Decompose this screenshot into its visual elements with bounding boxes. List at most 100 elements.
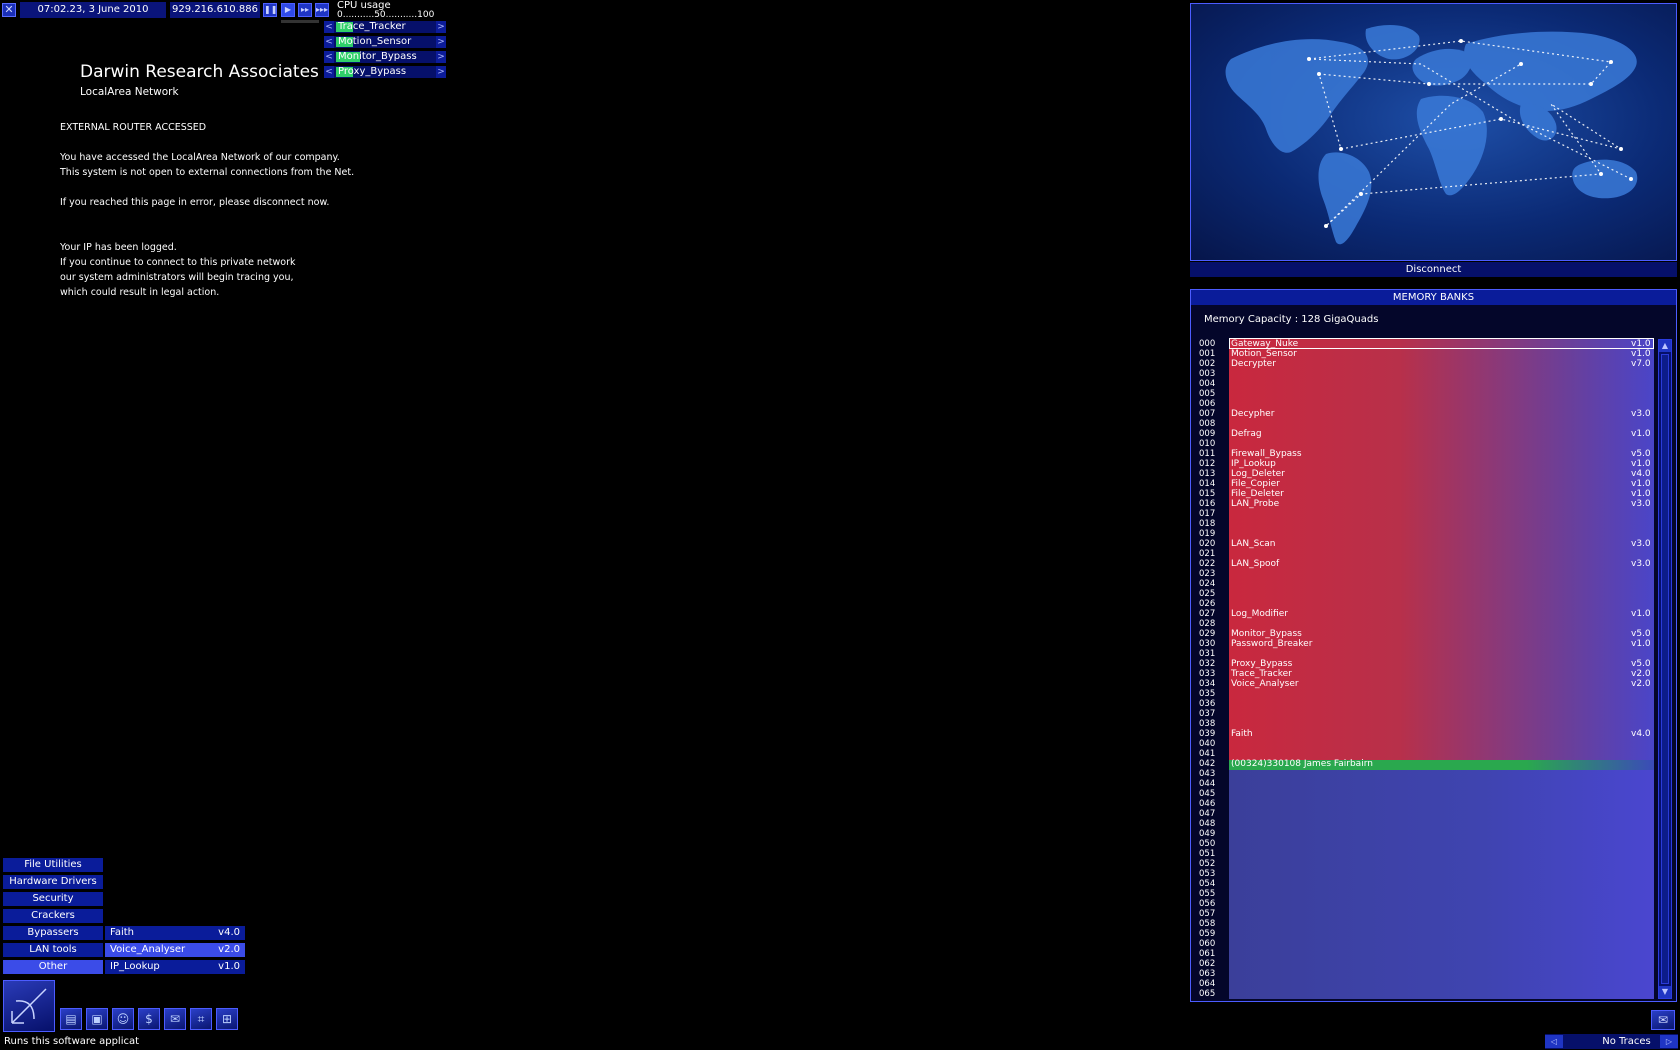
software-item-voice-analyser[interactable]: Voice_Analyser v2.0: [105, 943, 245, 957]
cpu-row-1: < Motion_Sensor >: [324, 36, 446, 48]
memory-file-name[interactable]: Voice_Analyser: [1231, 679, 1299, 689]
memory-file-version: v3.0: [1631, 409, 1651, 419]
memory-slot-number: 065: [1199, 989, 1216, 999]
memory-file-name[interactable]: File_Copier: [1231, 479, 1280, 489]
memory-file-version: v4.0: [1631, 729, 1651, 739]
memory-slot-number: 031: [1199, 649, 1216, 659]
cpu-increase-icon[interactable]: >: [436, 51, 446, 63]
memory-file-name[interactable]: Firewall_Bypass: [1231, 449, 1302, 459]
cpu-task-label: Trace_Tracker: [338, 21, 406, 32]
memory-file-name[interactable]: (00324)330108 James Fairbairn: [1231, 759, 1373, 769]
memory-file-name[interactable]: Decrypter: [1231, 359, 1276, 369]
memory-file-name[interactable]: Log_Modifier: [1231, 609, 1288, 619]
software-name: Faith: [110, 927, 134, 938]
memory-slot-number: 038: [1199, 719, 1216, 729]
memory-file-name[interactable]: Proxy_Bypass: [1231, 659, 1292, 669]
memory-slot-number: 027: [1199, 609, 1216, 619]
pause-icon[interactable]: ❚❚: [263, 3, 277, 17]
memory-slot-number: 009: [1199, 429, 1216, 439]
menu-security[interactable]: Security: [3, 892, 103, 906]
memory-file-name[interactable]: IP_Lookup: [1231, 459, 1276, 469]
memory-slot-number: 032: [1199, 659, 1216, 669]
gateway-icon[interactable]: ⊞: [216, 1008, 238, 1030]
memory-file-name[interactable]: LAN_Spoof: [1231, 559, 1279, 569]
memory-file-name[interactable]: Defrag: [1231, 429, 1262, 439]
scroll-thumb[interactable]: [1661, 354, 1669, 984]
memory-file-name[interactable]: LAN_Probe: [1231, 499, 1279, 509]
body-line: This system is not open to external conn…: [60, 167, 355, 178]
cpu-increase-icon[interactable]: >: [436, 36, 446, 48]
memory-scrollbar[interactable]: ▲ ▼: [1658, 339, 1672, 999]
memory-file-name[interactable]: Motion_Sensor: [1231, 349, 1297, 359]
cpu-increase-icon[interactable]: >: [436, 21, 446, 33]
menu-other[interactable]: Other: [3, 960, 103, 974]
memory-free-area[interactable]: [1229, 767, 1654, 999]
scroll-up-icon[interactable]: ▲: [1659, 340, 1671, 352]
play-icon[interactable]: ▶: [281, 3, 295, 17]
cpu-decrease-icon[interactable]: <: [324, 36, 334, 48]
body-line: which could result in legal action.: [60, 287, 220, 298]
memory-file-name[interactable]: Log_Deleter: [1231, 469, 1285, 479]
trace-arrow-icon[interactable]: ▷: [1660, 1035, 1678, 1048]
memory-file-name[interactable]: Password_Breaker: [1231, 639, 1312, 649]
memory-slot-number: 063: [1199, 969, 1216, 979]
memory-file-version: v1.0: [1631, 489, 1651, 499]
memory-slot-number: 058: [1199, 919, 1216, 929]
memory-file-name[interactable]: LAN_Scan: [1231, 539, 1276, 549]
cpu-increase-icon[interactable]: >: [436, 66, 446, 78]
memory-slot-number: 041: [1199, 749, 1216, 759]
mail-icon[interactable]: ✉: [1651, 1010, 1675, 1030]
memory-file-name[interactable]: Decypher: [1231, 409, 1274, 419]
cpu-decrease-icon[interactable]: <: [324, 66, 334, 78]
memory-file-name[interactable]: Monitor_Bypass: [1231, 629, 1302, 639]
cpu-row-0: < Trace_Tracker >: [324, 21, 446, 33]
menu-file-utilities[interactable]: File Utilities: [3, 858, 103, 872]
finance-icon[interactable]: $: [138, 1008, 160, 1030]
memory-file-version: v1.0: [1631, 479, 1651, 489]
memory-slot-number: 014: [1199, 479, 1216, 489]
computer-icon[interactable]: ▤: [60, 1008, 82, 1030]
fast-forward-icon[interactable]: ▸▸: [298, 3, 312, 17]
memory-file-version: v5.0: [1631, 659, 1651, 669]
software-name: IP_Lookup: [110, 961, 160, 972]
memory-file-name[interactable]: File_Deleter: [1231, 489, 1284, 499]
memory-file-version: v5.0: [1631, 449, 1651, 459]
memory-slot-number: 007: [1199, 409, 1216, 419]
menu-crackers[interactable]: Crackers: [3, 909, 103, 923]
memory-slot-number: 004: [1199, 379, 1216, 389]
trace-status: ◁ No Traces ▷: [1545, 1034, 1678, 1049]
software-menu-logo-icon[interactable]: [3, 980, 55, 1032]
body-line: Your IP has been logged.: [60, 242, 177, 253]
memory-slot-number: 001: [1199, 349, 1216, 359]
email-icon[interactable]: ✉: [164, 1008, 186, 1030]
disk-icon[interactable]: ▣: [86, 1008, 108, 1030]
menu-bypassers[interactable]: Bypassers: [3, 926, 103, 940]
close-icon[interactable]: ✕: [2, 3, 16, 17]
software-item-faith[interactable]: Faith v4.0: [105, 926, 245, 940]
menu-lan-tools[interactable]: LAN tools: [3, 943, 103, 957]
menu-hardware-drivers[interactable]: Hardware Drivers: [3, 875, 103, 889]
memory-slot-number: 057: [1199, 909, 1216, 919]
memory-file-name[interactable]: Faith: [1231, 729, 1253, 739]
person-icon[interactable]: ☺: [112, 1008, 134, 1030]
memory-slot-number: 030: [1199, 639, 1216, 649]
scroll-down-icon[interactable]: ▼: [1659, 986, 1671, 998]
memory-file-version: v1.0: [1631, 459, 1651, 469]
memory-file-name[interactable]: Trace_Tracker: [1231, 669, 1292, 679]
network-icon[interactable]: ⌗: [190, 1008, 212, 1030]
memory-file-version: v1.0: [1631, 339, 1651, 349]
memory-file-version: v1.0: [1631, 639, 1651, 649]
memory-capacity: Memory Capacity : 128 GigaQuads: [1204, 314, 1379, 325]
world-map[interactable]: [1190, 3, 1677, 261]
fastest-forward-icon[interactable]: ▸▸▸: [315, 3, 329, 17]
memory-slot-number: 046: [1199, 799, 1216, 809]
software-item-ip-lookup[interactable]: IP_Lookup v1.0: [105, 960, 245, 974]
cpu-decrease-icon[interactable]: <: [324, 51, 334, 63]
memory-slot-number: 059: [1199, 929, 1216, 939]
cpu-usage-scale: 0...........50...........100: [337, 10, 435, 20]
memory-file-version: v3.0: [1631, 559, 1651, 569]
cpu-decrease-icon[interactable]: <: [324, 21, 334, 33]
software-version: v2.0: [218, 944, 240, 955]
disconnect-button[interactable]: Disconnect: [1190, 262, 1677, 277]
memory-file-name[interactable]: Gateway_Nuke: [1231, 339, 1298, 349]
